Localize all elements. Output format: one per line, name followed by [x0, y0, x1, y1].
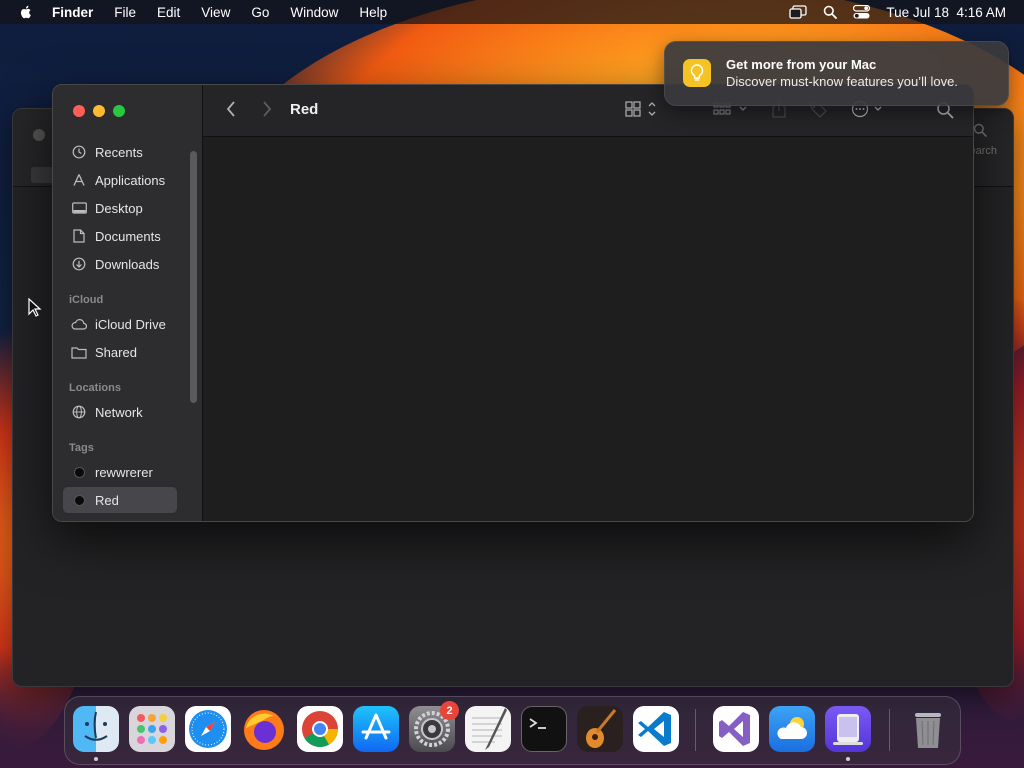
- notification-banner[interactable]: Get more from your Mac Discover must-kno…: [664, 41, 1009, 106]
- sidebar-item-label: iCloud Drive: [95, 316, 166, 332]
- simulator-icon[interactable]: [825, 706, 871, 752]
- menu-go[interactable]: Go: [251, 5, 269, 20]
- sidebar-item-label: rewwrerer: [95, 464, 153, 480]
- sidebar-item-network[interactable]: Network: [63, 399, 177, 425]
- trash-icon[interactable]: [905, 706, 951, 752]
- shared-folder-icon: [71, 344, 87, 360]
- launchpad-icon[interactable]: [129, 706, 175, 752]
- forward-button[interactable]: [261, 100, 273, 118]
- sidebar-scrollbar[interactable]: [190, 151, 197, 403]
- spotlight-search-icon[interactable]: [823, 5, 838, 19]
- control-center-icon[interactable]: [853, 5, 871, 19]
- download-icon: [71, 256, 87, 272]
- sidebar-item-label: Documents: [95, 228, 161, 244]
- app-store-icon[interactable]: [353, 706, 399, 752]
- menu-bar: Finder File Edit View Go Window Help Tue…: [0, 0, 1024, 24]
- document-icon: [71, 228, 87, 244]
- apple-logo-icon[interactable]: [18, 4, 34, 20]
- finder-content[interactable]: Red: [203, 85, 973, 521]
- sidebar-item-documents[interactable]: Documents: [63, 223, 177, 249]
- textedit-icon[interactable]: [465, 706, 511, 752]
- sidebar-item-recents[interactable]: Recents: [63, 139, 177, 165]
- finder-icon[interactable]: [73, 706, 119, 752]
- sidebar-section-tags: Tags: [69, 442, 94, 454]
- weather-icon[interactable]: [769, 706, 815, 752]
- dock-separator: [889, 709, 890, 751]
- globe-icon: [71, 404, 87, 420]
- menu-bar-clock[interactable]: Tue Jul 18 4:16 AM: [886, 5, 1006, 20]
- sidebar-item-icloud-drive[interactable]: iCloud Drive: [63, 311, 177, 337]
- system-settings-icon[interactable]: 2: [409, 701, 459, 752]
- sidebar-tag-rewwrerer[interactable]: rewwrerer: [63, 459, 177, 485]
- firefox-icon[interactable]: [241, 706, 287, 752]
- finder-window[interactable]: Recents Applications Desktop Documents D…: [52, 84, 974, 522]
- minimize-button[interactable]: [93, 105, 105, 117]
- sidebar-item-label: Desktop: [95, 200, 143, 216]
- sidebar-item-downloads[interactable]: Downloads: [63, 251, 177, 277]
- window-controls: [73, 105, 125, 117]
- sidebar-item-label: Recents: [95, 144, 143, 160]
- mouse-cursor-icon: [28, 298, 42, 317]
- safari-icon[interactable]: [185, 706, 231, 752]
- sidebar-tag-red[interactable]: Red: [63, 487, 177, 513]
- notification-badge: 2: [440, 701, 459, 720]
- sidebar-item-label: Shared: [95, 344, 137, 360]
- cloud-icon: [71, 316, 87, 332]
- finder-sidebar: Recents Applications Desktop Documents D…: [53, 85, 203, 521]
- sidebar-item-label: Network: [95, 404, 143, 420]
- sidebar-item-applications[interactable]: Applications: [63, 167, 177, 193]
- menu-app-name[interactable]: Finder: [52, 5, 93, 20]
- dock-separator: [695, 709, 696, 751]
- vscode-icon[interactable]: [633, 706, 679, 752]
- sidebar-item-desktop[interactable]: Desktop: [63, 195, 177, 221]
- menu-file[interactable]: File: [114, 5, 136, 20]
- desktop-icon: [71, 200, 87, 216]
- sidebar-item-shared[interactable]: Shared: [63, 339, 177, 365]
- screen-mirroring-icon[interactable]: [789, 5, 808, 19]
- search-icon[interactable]: [973, 123, 987, 137]
- sidebar-item-label: Applications: [95, 172, 166, 188]
- close-button[interactable]: [73, 105, 85, 117]
- notification-title: Get more from your Mac: [726, 57, 877, 72]
- window-control-dot: [33, 129, 45, 141]
- notification-body: Discover must-know features you’ll love.: [726, 74, 958, 89]
- menu-help[interactable]: Help: [359, 5, 387, 20]
- tag-dot-icon: [71, 464, 87, 480]
- sidebar-section-locations: Locations: [69, 382, 121, 394]
- menu-edit[interactable]: Edit: [157, 5, 180, 20]
- view-grid-icon[interactable]: [625, 99, 659, 119]
- tag-dot-icon: [71, 492, 87, 508]
- applications-icon: [71, 172, 87, 188]
- back-button[interactable]: [225, 100, 237, 118]
- zoom-button[interactable]: [113, 105, 125, 117]
- sidebar-section-icloud: iCloud: [69, 294, 104, 306]
- window-title: Red: [290, 101, 319, 118]
- menu-window[interactable]: Window: [290, 5, 338, 20]
- lightbulb-icon: [683, 59, 711, 87]
- chrome-icon[interactable]: [297, 706, 343, 752]
- garageband-icon[interactable]: [577, 706, 623, 752]
- visual-studio-icon[interactable]: [713, 706, 759, 752]
- running-indicator: [94, 757, 98, 761]
- running-indicator: [846, 757, 850, 761]
- dock: 2: [64, 696, 961, 765]
- menu-view[interactable]: View: [201, 5, 230, 20]
- terminal-icon[interactable]: [521, 706, 567, 752]
- clock-icon: [71, 144, 87, 160]
- sidebar-item-label: Red: [95, 492, 119, 508]
- sidebar-item-label: Downloads: [95, 256, 160, 272]
